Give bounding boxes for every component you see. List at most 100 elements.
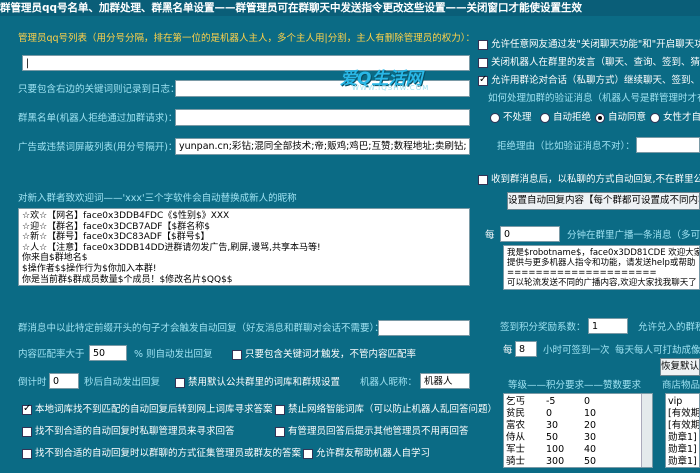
- verify-female-label: 女性才自: [663, 112, 700, 123]
- welcome-line: ☆欢☆【网名】face0x3DDB4FDC《$性别$》XXX: [22, 211, 230, 221]
- level-score-cell: 50: [546, 432, 559, 443]
- broadcast-textarea[interactable]: 我是$robotname$，face0x3DD81CDE 欢迎大家找我帮忙提供与…: [503, 245, 700, 290]
- verify-agree-radio[interactable]: [595, 113, 605, 123]
- broadcast-label: 分钟在群里广播一条消息（多可用: [567, 230, 700, 241]
- broadcast-line: 提供与更多机器人指令和功能，请发送help或帮助: [507, 258, 696, 268]
- checkin-hours-input[interactable]: 8: [515, 341, 537, 357]
- match-rate-suffix: % 则自动发出回复: [134, 349, 213, 360]
- welcome-line: $操作者$$操作行为$你加入本群!: [22, 263, 157, 274]
- levels-list[interactable]: 乞丐 -5 0 贫民 0 10 富农 30 20 侍从 50 30 军士 100 40 骑士 300 50: [503, 393, 653, 468]
- level-score-cell: 0: [546, 408, 553, 419]
- shop-item[interactable]: 勋章1]: [668, 444, 697, 455]
- keyword-log-label: 只要包含右边的关键词则记录到日志：: [18, 84, 180, 95]
- broadcast-line: =====================: [507, 268, 657, 278]
- disable-public-label: 禁用默认公共群里的词库和群规设置: [188, 377, 341, 388]
- level-score-cell: 100: [546, 444, 565, 455]
- ad-words-label: 广告或违禁词屏蔽列表(用分号隔开)：: [18, 142, 178, 153]
- admin-list-label: 管理员qq号列表（用分号分隔，排在第一位的是机器人主人，多个主人用|分割，主人有…: [18, 33, 476, 44]
- level-likes-cell: 30: [584, 432, 597, 443]
- shop-label: 商店物品: [662, 380, 700, 391]
- self-learning-label: 允许群友帮助机器人自学习: [316, 448, 431, 459]
- broadcast-line: 我是$robotname$，face0x3DD81CDE 欢迎大家找我帮忙: [507, 248, 700, 258]
- level-likes-cell: 20: [584, 420, 597, 431]
- checkin-hours-suffix: 小时可签到一次: [543, 345, 610, 356]
- redeem-label: 允许兑入的群积分: [638, 322, 700, 333]
- reject-reason-label: 拒绝理由（比如验证消息不对）：: [497, 141, 635, 152]
- blacklist-input[interactable]: [175, 109, 470, 126]
- level-likes-cell: 0: [584, 396, 591, 407]
- verify-reject-label: 自动拒绝: [553, 112, 592, 123]
- level-name-cell: 富农: [506, 420, 526, 431]
- close-group-talk-label: 关闭机器人在群里的发言（聊天、查询、签到、猜谜: [491, 57, 700, 68]
- level-name-cell: 贫民: [506, 408, 526, 419]
- close-group-talk-checkbox[interactable]: [478, 58, 488, 68]
- welcome-line: ☆迎☆【群名】face0x3DCB7ADF【$群名称$: [22, 221, 210, 232]
- verify-female-radio[interactable]: [650, 113, 660, 123]
- welcome-textarea[interactable]: ☆欢☆【网名】face0x3DDB4FDC《$性别$》XXX ☆迎☆【群名】fac…: [18, 208, 470, 286]
- verify-question-label: 如何处理加群的验证消息（机器人号是群管理时才有效: [488, 93, 700, 104]
- auto-reply-settings-button[interactable]: 设置自动回复内容【每个群都可设置成不同内容: [507, 192, 700, 210]
- level-score-cell: 30: [546, 420, 559, 431]
- blacklist-label: 群黑名单(机器人拒绝通过加群请求)：: [18, 113, 178, 124]
- ask-admin-checkbox[interactable]: [22, 427, 32, 437]
- verify-agree-label: 自动同意: [608, 112, 647, 123]
- notify-admins-checkbox[interactable]: [275, 427, 285, 437]
- levels-scrollbar[interactable]: [641, 394, 652, 467]
- allow-toggle-chat-label: 允许任意网友通过发"关闭聊天功能"和"开启聊天功能": [491, 39, 700, 50]
- collect-answers-checkbox[interactable]: [22, 449, 32, 459]
- robot-nick-label: 机器人昵称：: [360, 377, 418, 388]
- verify-none-label: 不处理: [503, 112, 532, 123]
- level-score-cell: -5: [546, 396, 556, 407]
- welcome-line: 你是当前群$群成员数量$个成员！$修改名片$QQ$$: [22, 274, 233, 285]
- reject-reason-input[interactable]: [636, 137, 700, 153]
- robot-nick-input[interactable]: 机器人: [420, 373, 470, 389]
- shop-list[interactable]: vip [有效期 [有效期 勋章1] 勋章1] 勋章1]: [665, 393, 700, 468]
- allow-toggle-chat-checkbox[interactable]: [478, 40, 488, 50]
- level-score-cell: 300: [546, 456, 565, 467]
- private-reply-checkbox[interactable]: [478, 175, 488, 185]
- level-name-cell: 乞丐: [506, 396, 526, 407]
- disable-public-checkbox[interactable]: [175, 378, 185, 388]
- checkin-coef-input[interactable]: 1: [588, 318, 628, 334]
- match-rate-label: 内容匹配率大于: [18, 349, 85, 360]
- broadcast-every-label: 每: [485, 230, 495, 241]
- level-name-cell: 骑士: [506, 456, 526, 467]
- keyword-only-label: 只要包含关键词才触发，不管内容匹配率: [245, 349, 417, 360]
- ad-words-input[interactable]: yunpan.cn;彩钻;混同全部技术;帝;贩鸡;鸡巴;互赞;数程地址;卖刷钻;: [175, 138, 470, 155]
- checkin-every-label: 每: [503, 345, 513, 356]
- shop-item[interactable]: [有效期: [668, 420, 699, 431]
- match-rate-input[interactable]: 50: [89, 345, 127, 361]
- broadcast-interval-input[interactable]: 0: [500, 226, 560, 242]
- disable-smart-lexicon-checkbox[interactable]: [275, 405, 285, 415]
- welcome-line: 你来自$群地名$: [22, 253, 88, 264]
- web-lexicon-label: 本地词库找不到匹配的自动回复后转到网上词库寻求答案: [35, 404, 273, 415]
- shop-item[interactable]: 勋章1]: [668, 456, 697, 467]
- notify-admins-label: 有管理员回答后提示其他管理员不用再回答: [288, 426, 469, 437]
- daily-rob-label: 每天每人可打劫成像位: [615, 345, 700, 356]
- shop-item[interactable]: vip: [668, 396, 682, 407]
- level-likes-cell: 50: [584, 456, 597, 467]
- window-title: 群管理员qq号名单、加群处理、群黑名单设置——群管理员可在群聊天中发送指令更改这…: [0, 0, 700, 16]
- shop-item[interactable]: 勋章1]: [668, 432, 697, 443]
- self-learning-checkbox[interactable]: [303, 449, 313, 459]
- welcome-label: 对新入群者致欢迎词——'xxx'三个字软件会自动替换成新人的昵称: [18, 193, 297, 204]
- countdown-input[interactable]: 0: [49, 373, 79, 389]
- private-chat-checkbox[interactable]: [478, 74, 488, 86]
- welcome-line: ☆人☆【注意】face0x3DDB14DD进群请勿发广告,刷屏,谩骂,共享本马等…: [22, 242, 321, 253]
- level-name-cell: 侍从: [506, 432, 526, 443]
- ask-admin-label: 找不到合适的自动回复时私聊管理员来寻求回答: [35, 426, 235, 437]
- disable-smart-lexicon-label: 禁止网络智能词库（可以防止机器人乱回答问题）: [288, 404, 498, 415]
- trigger-prefix-input[interactable]: [378, 320, 470, 336]
- verify-reject-radio[interactable]: [540, 113, 550, 123]
- keyword-only-checkbox[interactable]: [232, 350, 242, 360]
- restore-defaults-button[interactable]: 恢复默认: [660, 358, 700, 376]
- private-reply-label: 收到群消息后，以私聊的方式自动回复,不在群里公开: [491, 174, 700, 185]
- levels-label: 等级——积分要求——赞数要求: [508, 380, 642, 391]
- level-name-cell: 军士: [506, 444, 526, 455]
- private-chat-label: 允许用群论对合话（私聊方式）继续聊天、签到、聊天: [491, 75, 700, 86]
- shop-item[interactable]: [有效期: [668, 408, 699, 419]
- web-lexicon-checkbox[interactable]: [22, 403, 32, 415]
- verify-none-radio[interactable]: [490, 113, 500, 123]
- trigger-label: 群消息中以此特定前缀开头的句子才会触发自动回复（好友消息和群聊对会话不需要）：: [18, 323, 384, 334]
- welcome-line: ☆新☆【群号】face0x3DC83ADF【$群号$】: [22, 232, 210, 243]
